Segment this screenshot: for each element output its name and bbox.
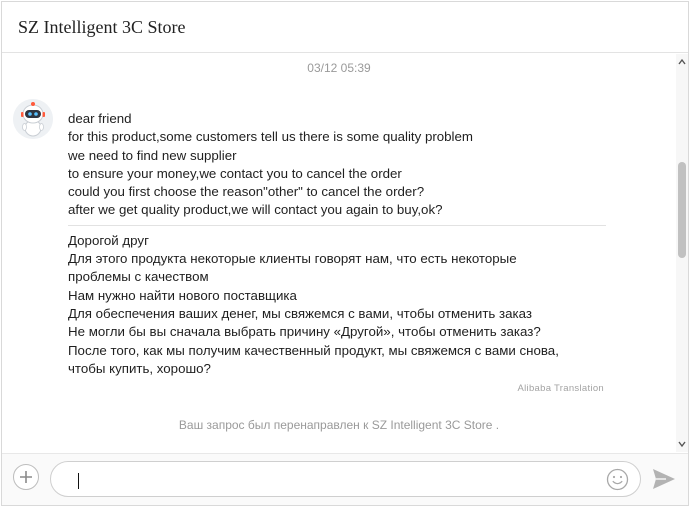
smiley-icon[interactable]	[606, 468, 629, 491]
store-name-title[interactable]: SZ Intelligent 3C Store	[18, 17, 185, 38]
robot-avatar-icon[interactable]	[13, 99, 53, 139]
translated-line: чтобы купить, хорошо?	[68, 360, 211, 376]
translation-source-label: Alibaba Translation	[517, 383, 604, 395]
text-caret	[78, 473, 79, 489]
message-input[interactable]	[50, 461, 641, 497]
send-icon[interactable]	[652, 468, 676, 490]
translation-divider	[68, 224, 606, 226]
system-note: Ваш запрос был перенаправлен к SZ Intell…	[178, 418, 500, 432]
chat-header: SZ Intelligent 3C Store	[2, 2, 688, 53]
chat-window: SZ Intelligent 3C Store 03/12 05:39 dear…	[1, 1, 689, 506]
composer-bar	[2, 453, 688, 505]
chat-scrollbar[interactable]	[676, 54, 688, 452]
message-bubble[interactable]: dear friend for this product,some custom…	[68, 110, 608, 394]
message-line: could you first choose the reason"other"…	[68, 184, 425, 200]
translated-line: Не могли бы вы сначала выбрать причину «…	[68, 324, 541, 340]
message-line: dear friend	[68, 111, 132, 126]
translated-line: Нам нужно найти нового поставщика	[68, 287, 297, 303]
scroll-up-arrow-icon[interactable]	[678, 58, 686, 66]
message-list[interactable]: 03/12 05:39 dear friend for this product…	[2, 54, 676, 452]
scroll-down-arrow-icon[interactable]	[678, 440, 686, 448]
translated-line: Для этого продукта некоторые клиенты гов…	[68, 251, 517, 267]
scroll-thumb[interactable]	[678, 162, 686, 258]
translated-line: Дорогой друг	[68, 232, 149, 248]
message-line: after we get quality product,we will con…	[68, 202, 443, 218]
message-line: we need to find new supplier	[68, 147, 237, 163]
translated-line: После того, как мы получим качественный …	[68, 342, 559, 358]
translated-message: Дорогой друг Для этого продукта некоторы…	[68, 232, 608, 378]
translated-line: проблемы с качеством	[68, 269, 209, 285]
message-line: for this product,some customers tell us …	[68, 129, 473, 145]
message-line: to ensure your money,we contact you to c…	[68, 165, 402, 181]
original-message: dear friend for this product,some custom…	[68, 110, 608, 220]
message-timestamp: 03/12 05:39	[307, 61, 371, 75]
translated-line: Для обеспечения ваших денег, мы свяжемся…	[68, 305, 532, 321]
plus-circle-icon[interactable]	[13, 464, 39, 490]
